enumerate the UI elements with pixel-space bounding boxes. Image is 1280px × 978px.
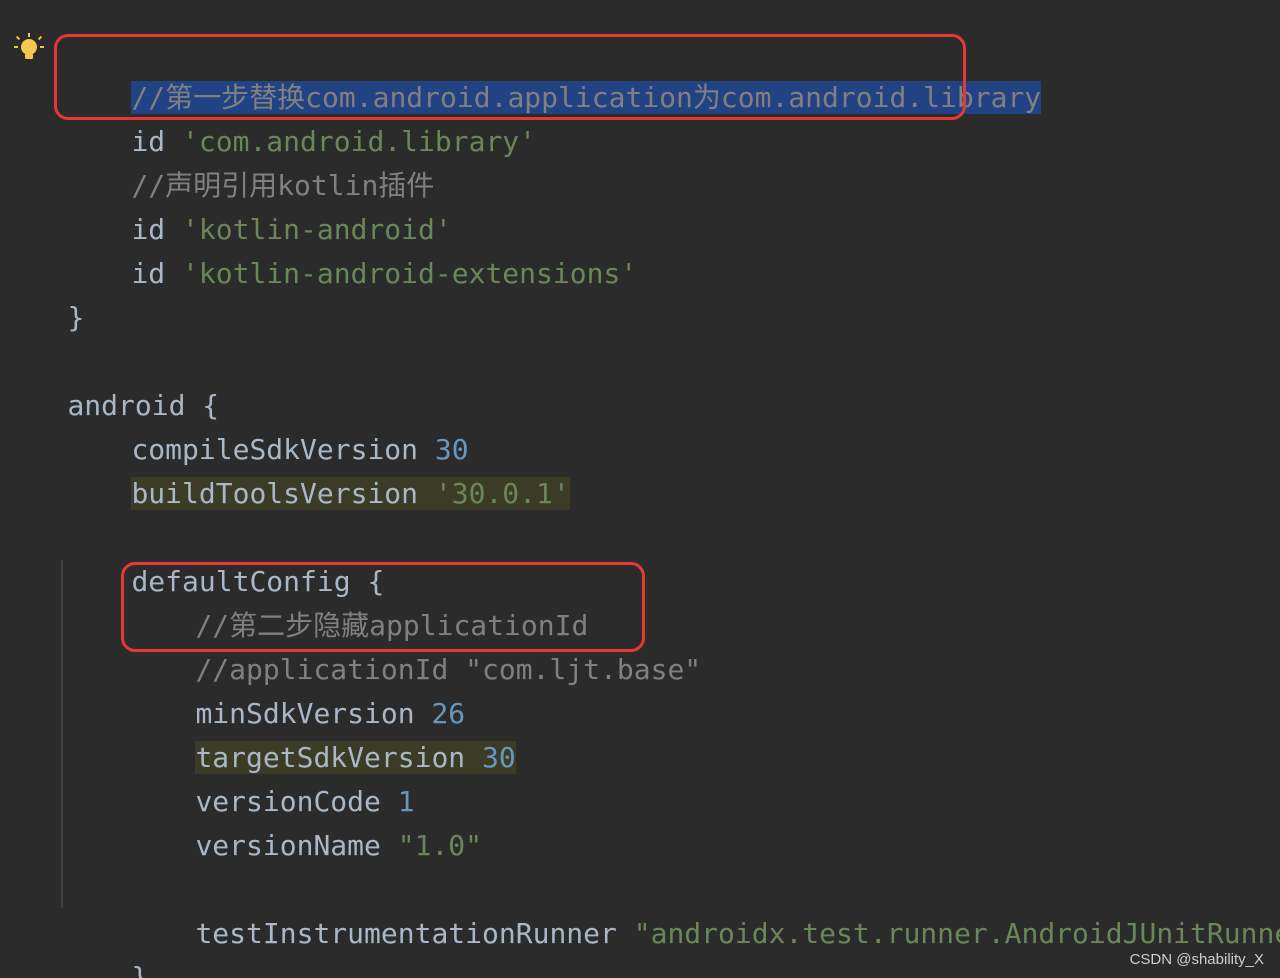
code-line-12: defaultConfig { <box>64 516 384 598</box>
annotation-box-step1 <box>54 34 966 120</box>
lightbulb-icon[interactable] <box>12 32 46 66</box>
warning-highlight[interactable]: buildToolsVersion '30.0.1' <box>131 477 570 510</box>
code-line-9: compileSdkVersion 30 <box>64 384 468 466</box>
watermark: CSDN @shability_X <box>1129 951 1264 968</box>
code-line-17: versionCode 1 <box>128 736 414 818</box>
property-name: testInstrumentationRunner <box>195 917 634 950</box>
code-editor[interactable]: //第一步替换com.android.application为com.andro… <box>0 0 1280 978</box>
code-line-10: buildToolsVersion '30.0.1' <box>64 428 570 510</box>
annotation-box-step2 <box>121 562 645 652</box>
code-line-8: android { <box>0 340 219 422</box>
number-value: 30 <box>482 741 516 774</box>
code-line-20: testInstrumentationRunner "androidx.test… <box>128 868 1280 950</box>
string-value: "1.0" <box>397 829 483 862</box>
code-line-21: } <box>64 912 148 978</box>
indent-guide <box>61 560 63 908</box>
closing-brace: } <box>67 301 85 334</box>
code-line-3: //声明引用kotlin插件 <box>64 120 434 202</box>
code-line-15: minSdkVersion 26 <box>128 648 465 730</box>
code-line-18: versionName "1.0" <box>128 780 482 862</box>
property-name: versionName <box>195 829 398 862</box>
string-value: '30.0.1' <box>434 477 570 510</box>
closing-brace: } <box>131 961 149 978</box>
code-line-6: } <box>0 252 84 334</box>
code-line-5: id 'kotlin-android-extensions' <box>64 208 637 290</box>
code-line-4: id 'kotlin-android' <box>64 164 451 246</box>
string-value: "androidx.test.runner.AndroidJUnitRunner… <box>633 917 1280 950</box>
code-line-16: targetSdkVersion 30 <box>128 692 516 774</box>
keyword-id: id <box>131 257 183 290</box>
string-value: 'kotlin-android-extensions' <box>182 257 638 290</box>
property-name: buildToolsVersion <box>131 477 435 510</box>
